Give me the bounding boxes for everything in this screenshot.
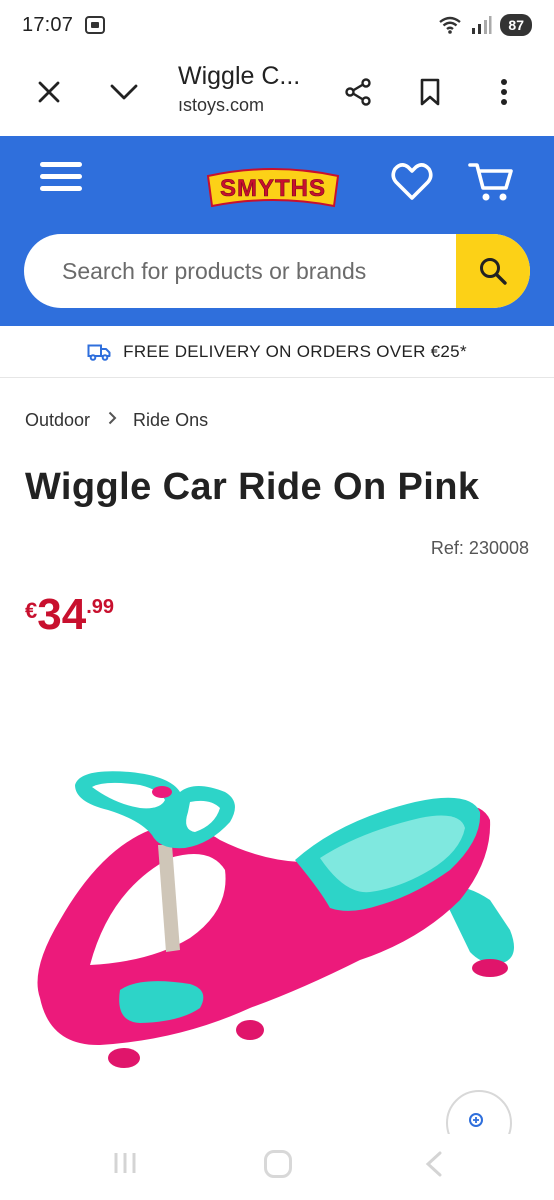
page-url: ıstoys.com [178,95,265,115]
smyths-logo[interactable]: SMYTHS [204,160,342,216]
wishlist-icon[interactable] [388,158,436,206]
status-icons: 87 [438,14,532,36]
product-title: Wiggle Car Ride On Pink [25,466,480,508]
screenshot-icon [85,16,106,34]
wifi-icon [439,16,462,34]
recent-apps-icon[interactable] [112,1150,138,1176]
search-button[interactable] [456,234,530,308]
tab-info[interactable]: Wiggle C... ıstoys.com [178,62,328,116]
browser-toolbar: Wiggle C... ıstoys.com [0,50,554,136]
search-bar [24,234,530,308]
status-time: 17:07 [22,13,74,36]
cart-icon[interactable] [466,158,518,206]
price-cents: .99 [86,596,115,618]
zoom-in-icon [469,1113,483,1127]
delivery-banner[interactable]: FREE DELIVERY ON ORDERS OVER €25* [0,326,554,378]
status-bar: 17:07 87 [0,0,554,50]
delivery-truck-icon [87,344,111,361]
home-icon[interactable] [264,1150,292,1178]
breadcrumb-item[interactable]: Outdoor [25,410,90,431]
search-input[interactable] [24,234,454,308]
back-icon[interactable] [422,1150,446,1178]
bookmark-icon[interactable] [410,72,450,112]
chevron-right-icon [108,411,117,430]
product-ref: Ref: 230008 [430,538,529,558]
more-options-icon[interactable] [484,72,524,112]
logo-text: SMYTHS [220,175,326,202]
tab-title: Wiggle C... [178,62,301,90]
battery-icon: 87 [500,14,532,36]
system-nav-bar [0,1136,554,1200]
product-image[interactable] [20,740,540,1080]
price-currency: € [25,598,38,623]
menu-icon[interactable] [40,162,82,202]
search-icon [480,258,507,285]
signal-icon [472,16,492,34]
close-icon[interactable] [29,72,69,112]
share-icon[interactable] [338,72,378,112]
chevron-down-icon[interactable] [104,72,144,112]
breadcrumb: Outdoor Ride Ons [25,410,208,431]
product-price: € 34 .99 [25,592,114,638]
breadcrumb-item[interactable]: Ride Ons [133,410,208,431]
site-header: SMYTHS [0,136,554,326]
price-whole: 34 [37,590,87,639]
delivery-text: FREE DELIVERY ON ORDERS OVER €25* [123,341,467,361]
